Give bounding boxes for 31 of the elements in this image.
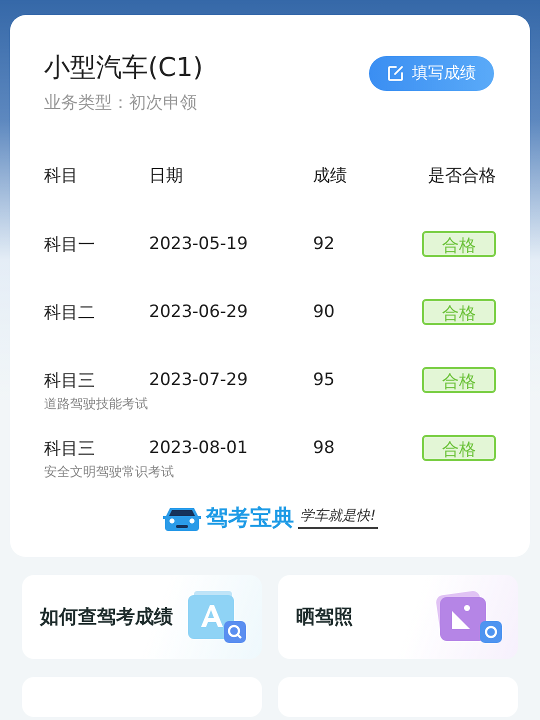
score-cell-text: 90 — [313, 302, 336, 322]
score-cell-text: 98 — [313, 438, 336, 458]
subject-cell-text: 科目二 — [44, 302, 96, 324]
result-badge: 合格 — [422, 367, 496, 393]
score-cell-text: 95 — [313, 370, 336, 390]
business-type: 业务类型：初次申领 — [44, 92, 198, 114]
edit-icon — [387, 65, 404, 82]
column-header: 科目 — [44, 165, 79, 187]
result-badge: 合格 — [422, 299, 496, 325]
result-badge: 合格 — [422, 435, 496, 461]
date-cell-text: 2023-06-29 — [149, 302, 249, 322]
date-cell-text: 2023-05-19 — [149, 234, 249, 254]
license-title: 小型汽车(C1) — [44, 52, 203, 85]
result-badge: 合格 — [422, 231, 496, 257]
shortcut-card[interactable]: 如何查驾考成绩 — [22, 575, 262, 659]
photo-icon — [434, 591, 502, 643]
date-cell-text: 2023-07-29 — [149, 370, 249, 390]
subject-cell-text: 科目一 — [44, 234, 96, 256]
score-cell-text: 92 — [313, 234, 336, 254]
shortcut-card[interactable]: 晒驾照 — [278, 575, 518, 659]
subject-cell-text: 科目三 — [44, 438, 96, 460]
subject-cell-text: 科目三 — [44, 370, 96, 392]
subject-note: 安全文明驾驶常识考试 — [44, 464, 175, 481]
subject-note: 道路驾驶技能考试 — [44, 396, 149, 413]
column-header: 是否合格 — [427, 165, 496, 187]
brand-name: 驾考宝典 — [206, 504, 294, 533]
search-document-icon — [188, 591, 246, 643]
column-header: 日期 — [149, 165, 184, 187]
brand-slogan: 学车就是快! — [298, 507, 378, 529]
date-cell-text: 2023-08-01 — [149, 438, 249, 458]
column-header: 成绩 — [313, 165, 348, 187]
